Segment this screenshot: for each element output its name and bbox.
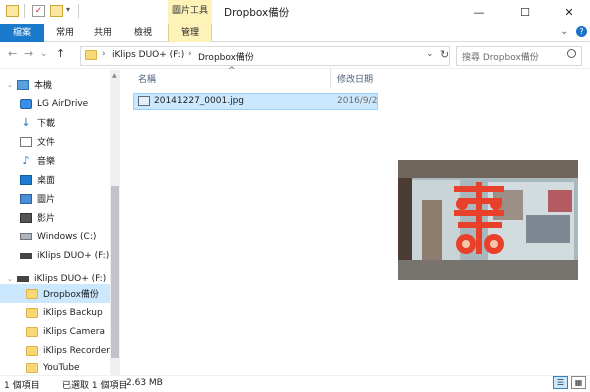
search-placeholder: 搜尋 Dropbox備份 bbox=[462, 53, 539, 63]
nav-label: Windows (C:) bbox=[37, 231, 97, 242]
close-button[interactable]: ✕ bbox=[546, 0, 590, 24]
tab-share[interactable]: 共用 bbox=[88, 24, 118, 42]
nav-item-lg-airdrive[interactable]: LG AirDrive bbox=[0, 94, 110, 113]
folder-icon bbox=[26, 288, 38, 299]
picture-tools-label: 圖片工具 bbox=[171, 6, 208, 16]
folder-icon bbox=[26, 362, 38, 373]
documents-icon bbox=[20, 136, 32, 147]
minimize-button[interactable]: — bbox=[456, 0, 502, 24]
up-button[interactable]: ↑ bbox=[56, 47, 65, 60]
tab-home[interactable]: 常用 bbox=[50, 24, 80, 42]
nav-label: 下載 bbox=[37, 119, 56, 129]
forward-button[interactable]: → bbox=[24, 47, 33, 60]
image-file-icon bbox=[138, 96, 150, 106]
nav-label: 音樂 bbox=[37, 157, 56, 167]
usb-drive-icon bbox=[20, 252, 32, 259]
nav-label: Dropbox備份 bbox=[43, 290, 99, 300]
status-item-count: 1 個項目 bbox=[4, 381, 40, 391]
help-icon[interactable]: ? bbox=[576, 26, 587, 37]
search-icon[interactable] bbox=[567, 49, 576, 58]
downloads-icon: ↓ bbox=[21, 115, 31, 129]
column-header-name[interactable]: 名稱 bbox=[138, 72, 156, 85]
picture-tools-header: 圖片工具 bbox=[168, 0, 212, 24]
nav-label: 本機 bbox=[34, 81, 53, 91]
breadcrumb-drive[interactable]: iKlips DUO+ (F:) bbox=[112, 50, 184, 60]
status-selected-count: 已選取 1 個項目 bbox=[62, 381, 128, 391]
column-divider[interactable] bbox=[330, 68, 331, 88]
drive-icon bbox=[20, 233, 32, 240]
nav-item-windows-c[interactable]: Windows (C:) bbox=[0, 227, 110, 246]
recent-locations-dropdown[interactable]: ⌄ bbox=[40, 49, 48, 59]
nav-label: 圖片 bbox=[37, 195, 56, 205]
nav-item-documents[interactable]: 文件 bbox=[0, 132, 110, 151]
address-history-dropdown[interactable]: ⌄ bbox=[426, 49, 434, 59]
nav-scrollbar-thumb[interactable] bbox=[111, 186, 119, 358]
nav-label: 桌面 bbox=[37, 176, 56, 186]
folder-icon bbox=[26, 345, 38, 356]
nav-item-downloads[interactable]: ↓ 下載 bbox=[0, 113, 110, 132]
expand-chevron-icon[interactable]: ⌄ bbox=[6, 275, 14, 283]
pc-icon bbox=[17, 79, 29, 90]
nav-label: YouTube bbox=[43, 362, 80, 373]
breadcrumb-separator[interactable]: › bbox=[102, 49, 106, 59]
preview-image bbox=[398, 160, 578, 280]
details-view-button[interactable]: ☰ bbox=[553, 376, 568, 389]
nav-label: LG AirDrive bbox=[37, 98, 89, 109]
column-header-date-modified[interactable]: 修改日期 bbox=[337, 72, 373, 85]
breadcrumb-current-folder[interactable]: Dropbox備份 bbox=[198, 50, 254, 63]
tab-file[interactable]: 檔案 bbox=[0, 24, 44, 42]
divider bbox=[24, 4, 25, 18]
tab-view[interactable]: 檢視 bbox=[128, 24, 158, 42]
nav-item-dropbox-backup[interactable]: Dropbox備份 bbox=[0, 284, 110, 303]
folder-icon bbox=[85, 50, 97, 60]
tab-manage[interactable]: 管理 bbox=[168, 24, 212, 42]
music-icon: ♪ bbox=[22, 153, 30, 167]
airdrive-icon bbox=[20, 98, 32, 109]
new-folder-icon[interactable] bbox=[50, 5, 63, 17]
back-button[interactable]: ← bbox=[8, 47, 17, 60]
nav-label: iKlips DUO+ (F:) bbox=[37, 250, 110, 261]
refresh-icon[interactable]: ↻ bbox=[440, 48, 449, 61]
file-date-modified: 2016/9/2 bbox=[337, 96, 378, 106]
pictures-icon bbox=[20, 193, 32, 204]
videos-icon bbox=[20, 212, 32, 223]
expand-chevron-icon[interactable]: ⌄ bbox=[6, 81, 14, 89]
customize-quick-access-icon[interactable]: ▾ bbox=[66, 5, 70, 14]
folder-icon bbox=[26, 307, 38, 318]
nav-item-iklips-backup[interactable]: iKlips Backup bbox=[0, 303, 110, 322]
nav-label: iKlips DUO+ (F:) bbox=[34, 273, 107, 284]
desktop-icon bbox=[20, 174, 32, 185]
nav-label: iKlips Recorder bbox=[43, 345, 110, 356]
nav-item-this-pc[interactable]: ⌄ 本機 bbox=[0, 75, 110, 94]
sort-ascending-icon: ^ bbox=[228, 66, 236, 76]
maximize-button[interactable]: ☐ bbox=[502, 0, 548, 24]
status-selected-size: 2.63 MB bbox=[126, 378, 163, 388]
preview-photo bbox=[398, 160, 578, 280]
nav-item-pictures[interactable]: 圖片 bbox=[0, 189, 110, 208]
nav-item-videos[interactable]: 影片 bbox=[0, 208, 110, 227]
nav-item-desktop[interactable]: 桌面 bbox=[0, 170, 110, 189]
nav-item-music[interactable]: ♪ 音樂 bbox=[0, 151, 110, 170]
scroll-up-arrow-icon[interactable]: ▲ bbox=[112, 72, 117, 79]
folder-icon bbox=[26, 326, 38, 337]
nav-item-iklips-f-pc[interactable]: iKlips DUO+ (F:) bbox=[0, 246, 110, 265]
nav-label: iKlips Camera bbox=[43, 326, 105, 337]
folder-icon[interactable] bbox=[6, 5, 19, 17]
file-name: 20141227_0001.jpg bbox=[154, 96, 244, 106]
usb-drive-icon bbox=[17, 275, 29, 282]
nav-item-iklips-camera[interactable]: iKlips Camera bbox=[0, 322, 110, 341]
properties-icon[interactable]: ✓ bbox=[32, 5, 45, 17]
nav-label: 文件 bbox=[37, 138, 56, 148]
expand-ribbon-icon[interactable]: ⌄ bbox=[560, 26, 568, 37]
nav-label: iKlips Backup bbox=[43, 307, 103, 318]
large-icons-view-button[interactable]: ▦ bbox=[571, 376, 586, 389]
breadcrumb-separator[interactable]: › bbox=[188, 49, 192, 59]
window-title: Dropbox備份 bbox=[224, 7, 290, 19]
divider bbox=[78, 4, 79, 18]
nav-label: 影片 bbox=[37, 214, 56, 224]
